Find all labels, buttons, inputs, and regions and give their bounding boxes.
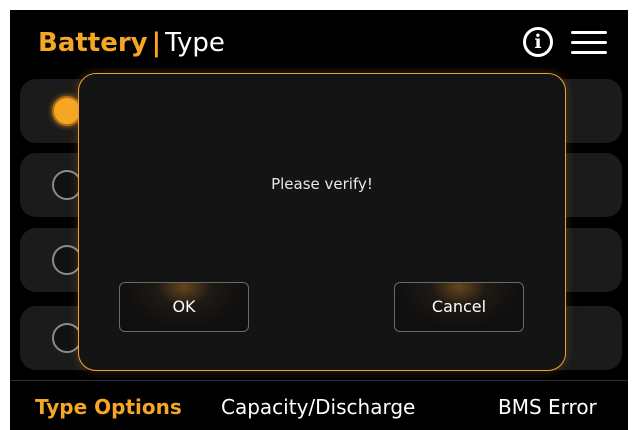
title-main: Battery <box>38 28 148 58</box>
hamburger-menu-icon[interactable] <box>571 30 607 56</box>
title-separator: | <box>151 28 162 58</box>
tab-bms-error[interactable]: BMS Error <box>498 395 597 419</box>
ok-button[interactable]: OK <box>119 282 249 332</box>
dialog-message: Please verify! <box>271 175 373 193</box>
tab-type-options[interactable]: Type Options <box>35 395 182 419</box>
menu-line <box>571 51 607 54</box>
tab-capacity-discharge[interactable]: Capacity/Discharge <box>221 395 415 419</box>
cancel-button[interactable]: Cancel <box>394 282 524 332</box>
menu-line <box>571 31 607 34</box>
battery-type-screen: Battery | Type i Type Options Capacity/Dis… <box>10 10 628 430</box>
menu-line <box>571 41 607 44</box>
title-sub: Type <box>165 28 225 58</box>
confirm-dialog: Please verify! OK Cancel <box>78 73 566 371</box>
info-icon[interactable]: i <box>523 27 553 57</box>
page-title: Battery | Type <box>38 26 225 60</box>
bottom-tab-bar: Type Options Capacity/Discharge BMS Erro… <box>10 380 628 430</box>
header: Battery | Type i <box>10 10 628 74</box>
